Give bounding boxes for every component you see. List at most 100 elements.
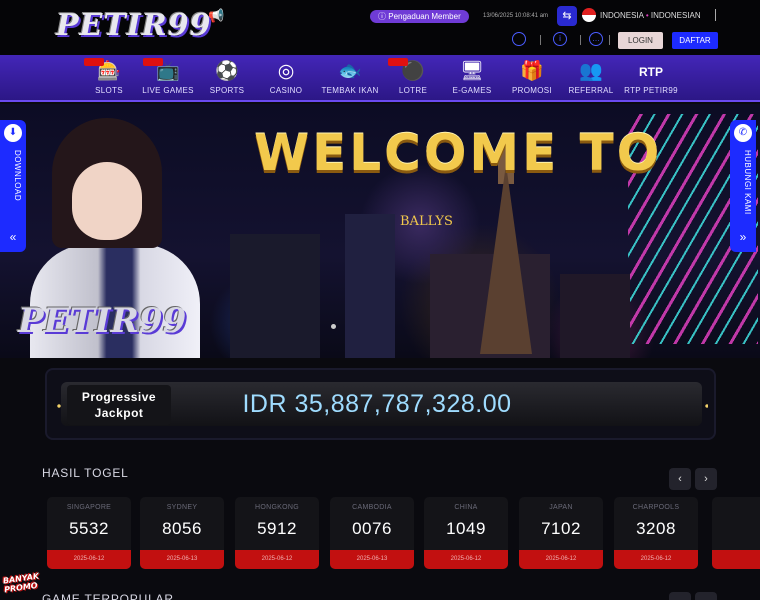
togel-result-card[interactable]: SYDNEY 8056 2025-06-13	[140, 497, 224, 569]
nav-item-lotre[interactable]: ⚫ LOTRE	[382, 55, 444, 102]
result-date: 2025-06-13	[140, 550, 224, 569]
result-date-partial	[712, 550, 760, 569]
announcement-speaker-icon[interactable]: 📢	[208, 8, 226, 23]
nav-label: CASINO	[269, 86, 303, 95]
nav-label: PROMOSI	[512, 86, 552, 95]
result-number: 8056	[162, 519, 202, 538]
site-logo[interactable]: PETIR99	[56, 8, 211, 43]
togel-result-card[interactable]: HONGKONG 5912 2025-06-12	[235, 497, 319, 569]
togel-result-card[interactable]: SINGAPORE 5532 2025-06-12	[47, 497, 131, 569]
result-date: 2025-06-12	[424, 550, 508, 569]
promo-badge[interactable]: BANYAK PROMO	[2, 572, 41, 600]
slider-dot[interactable]	[331, 324, 336, 329]
nav-label: LOTRE	[398, 86, 428, 95]
building	[230, 234, 320, 358]
divider	[580, 35, 581, 45]
download-tab[interactable]: ⬇ DOWNLOAD «	[0, 120, 26, 252]
togel-result-card[interactable]: CHINA 1049 2025-06-12	[424, 497, 508, 569]
language-alt-label: INDONESIAN	[650, 11, 701, 20]
download-label: DOWNLOAD	[13, 150, 22, 202]
popular-next-button[interactable]	[695, 592, 717, 600]
login-button[interactable]: LOGIN	[618, 32, 663, 49]
result-number: 7102	[541, 519, 581, 538]
jackpot-label-line1: Progressive	[81, 390, 157, 404]
banner-logo: PETIR99	[18, 301, 187, 341]
market-name: SYDNEY	[166, 504, 198, 511]
nav-item-live-games[interactable]: 📺 LIVE GAMES	[137, 55, 199, 102]
rtp-icon: RTP	[639, 65, 663, 79]
chevron-right-icon: »	[739, 230, 747, 244]
popular-prev-button[interactable]	[669, 592, 691, 600]
progressive-jackpot: Progressive Jackpot IDR 35,887,787,328.0…	[45, 368, 716, 440]
complaint-label: Pengaduan Member	[388, 12, 461, 21]
new-badge	[84, 58, 104, 66]
building	[345, 214, 395, 358]
nav-label: E-GAMES	[452, 86, 492, 95]
nav-item-slots[interactable]: 🎰 SLOTS	[78, 55, 140, 102]
model-face	[72, 162, 142, 240]
complaint-button[interactable]: ⓘ Pengaduan Member	[370, 10, 469, 23]
main-nav: 🎰 SLOTS 📺 LIVE GAMES ⚽ SPORTS ◎ CASINO 🐟…	[0, 55, 760, 102]
register-button[interactable]: DAFTAR	[672, 32, 718, 49]
roulette-icon: ◎	[277, 61, 295, 82]
prev-button[interactable]: ‹	[669, 468, 691, 490]
monitor-icon: 🖥	[459, 61, 485, 82]
server-datetime: 13/06/2025 10:08:41 am	[483, 13, 549, 19]
nav-label: TEMBAK IKAN	[321, 86, 379, 95]
next-button[interactable]: ›	[695, 468, 717, 490]
ballys-sign: BALLYS	[400, 214, 453, 229]
hero-banner[interactable]: BALLYS WELCOME TO PETIR99	[0, 104, 760, 358]
fish-icon: 🐟	[338, 61, 362, 82]
togel-result-card-partial[interactable]	[712, 497, 760, 569]
result-number: 5912	[257, 519, 297, 538]
account-circle-icon[interactable]	[512, 32, 526, 46]
togel-section-title: HASIL TOGEL	[42, 466, 129, 480]
result-date: 2025-06-12	[614, 550, 698, 569]
nav-item-sports[interactable]: ⚽ SPORTS	[196, 55, 258, 102]
nav-label: REFERRAL	[568, 86, 614, 95]
togel-result-card[interactable]: CAMBODIA 0076 2025-06-13	[330, 497, 414, 569]
nav-item-casino[interactable]: ◎ CASINO	[255, 55, 317, 102]
nav-item-e-games[interactable]: 🖥 E-GAMES	[441, 55, 503, 102]
result-number: 3208	[636, 519, 676, 538]
eiffel-tower	[480, 164, 532, 354]
nav-label: SPORTS	[209, 86, 245, 95]
result-date: 2025-06-13	[330, 550, 414, 569]
nav-label: SLOTS	[95, 86, 123, 95]
nav-item-rtp[interactable]: RTP RTP PETIR99	[620, 55, 682, 102]
market-name: CHINA	[454, 504, 478, 511]
market-name: SINGAPORE	[66, 504, 112, 511]
download-icon: ⬇	[4, 124, 22, 142]
contact-label: HUBUNGI KAMI	[743, 150, 752, 215]
divider	[540, 35, 541, 45]
info-icon[interactable]: i	[553, 32, 567, 46]
togel-result-card[interactable]: CHARPOOLS 3208 2025-06-12	[614, 497, 698, 569]
jackpot-amount: IDR 35,887,787,328.00	[242, 390, 512, 418]
language-selector[interactable]: INDONESIA • INDONESIAN	[600, 10, 701, 22]
chat-icon[interactable]: …	[589, 32, 603, 46]
language-divider	[715, 9, 716, 21]
phone-icon: ✆	[734, 124, 752, 142]
result-date: 2025-06-12	[235, 550, 319, 569]
soccer-player-icon: ⚽	[215, 61, 239, 82]
language-label: INDONESIA	[600, 11, 644, 20]
result-number: 0076	[352, 519, 392, 538]
new-badge	[388, 58, 408, 66]
top-bar: PETIR99 📢 ⓘ Pengaduan Member 13/06/2025 …	[0, 0, 760, 55]
togel-result-card[interactable]: JAPAN 7102 2025-06-12	[519, 497, 603, 569]
share-icon[interactable]: ⇆	[557, 6, 577, 26]
result-date: 2025-06-12	[519, 550, 603, 569]
popular-section-title: GAME TERPOPULAR	[42, 592, 174, 600]
market-name: CHARPOOLS	[632, 504, 680, 511]
indonesia-flag-icon[interactable]	[582, 8, 596, 22]
new-badge	[143, 58, 163, 66]
contact-tab[interactable]: ✆ HUBUNGI KAMI »	[730, 120, 756, 252]
divider	[609, 35, 610, 45]
gift-icon: 🎁	[520, 61, 544, 82]
nav-item-tembak-ikan[interactable]: 🐟 TEMBAK IKAN	[319, 55, 381, 102]
nav-item-referral[interactable]: 👥 REFERRAL	[560, 55, 622, 102]
market-name: CAMBODIA	[352, 504, 392, 511]
nav-label: LIVE GAMES	[142, 86, 194, 95]
result-number: 5532	[69, 519, 109, 538]
nav-item-promosi[interactable]: 🎁 PROMOSI	[501, 55, 563, 102]
